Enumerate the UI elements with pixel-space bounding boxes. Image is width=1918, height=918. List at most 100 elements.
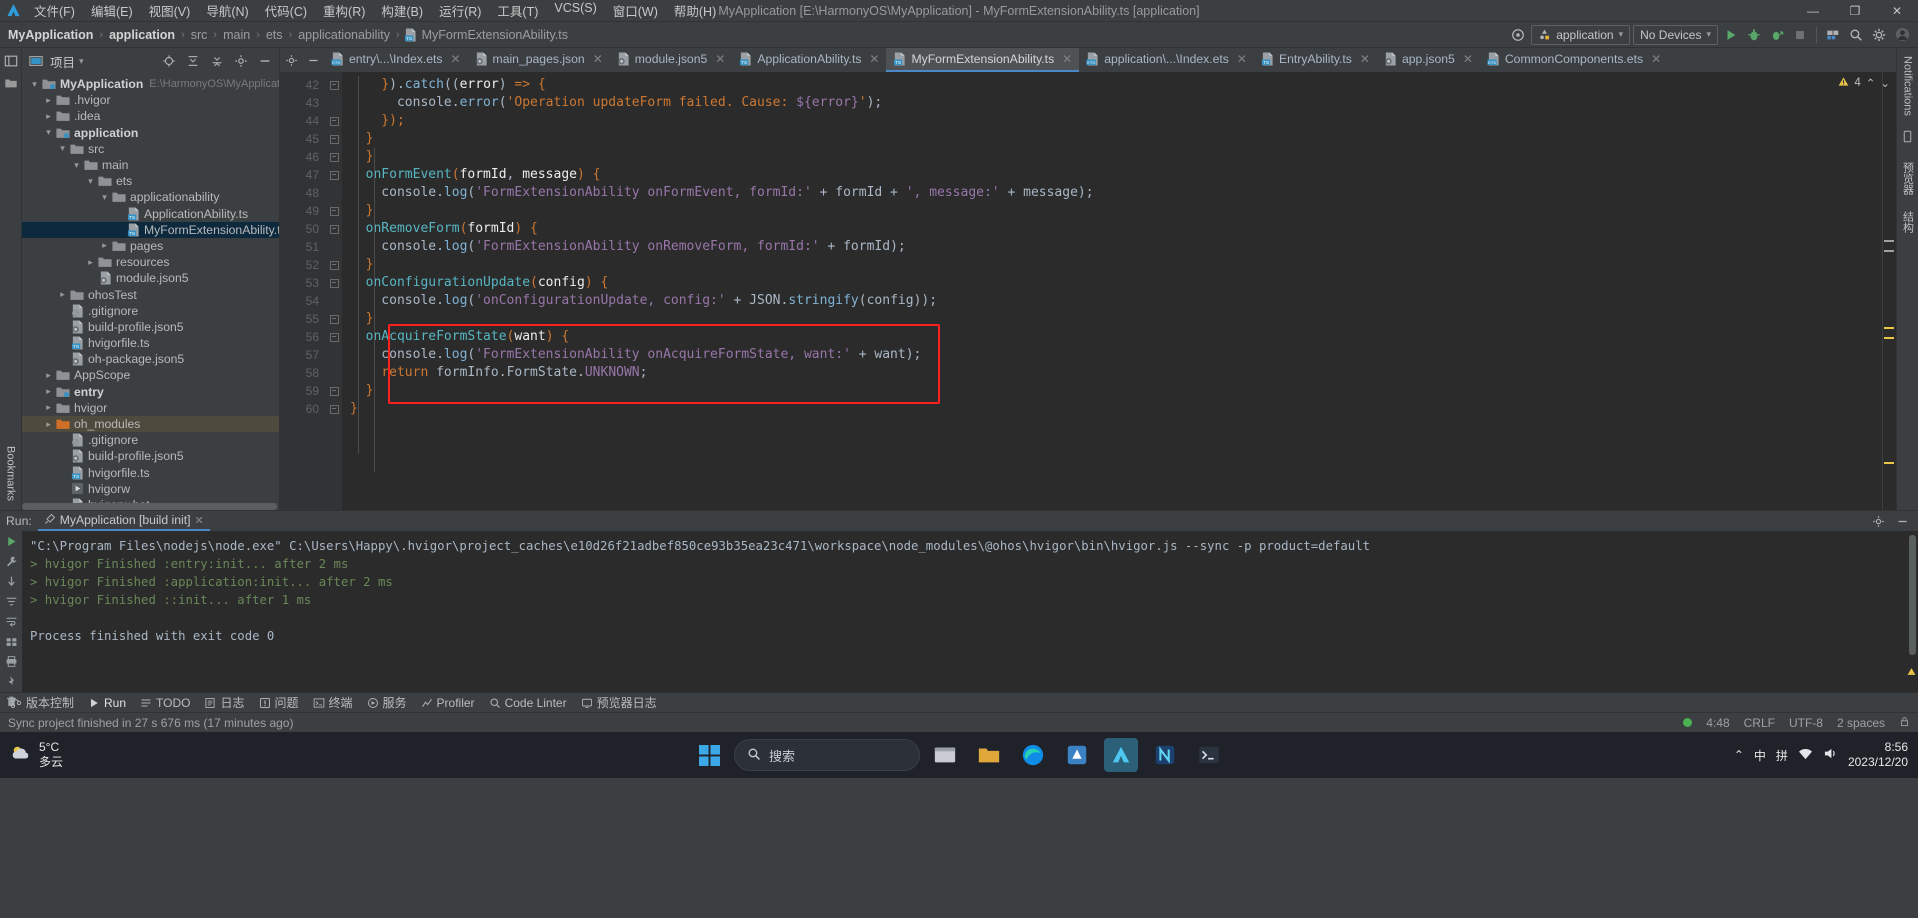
tree-node-entry[interactable]: ▸ entry — [22, 384, 279, 400]
breadcrumb-item-4[interactable]: ets — [264, 28, 285, 42]
code-line[interactable]: onFormEvent(formId, message) { — [342, 166, 1882, 184]
tree-node-applicationability-ts[interactable]: TS ApplicationAbility.ts — [22, 206, 279, 222]
tree-node-oh-modules[interactable]: ▸ oh_modules — [22, 415, 279, 433]
locate-file-icon[interactable] — [159, 51, 179, 71]
tray-chevron-icon[interactable]: ⌃ — [1734, 748, 1744, 762]
caret-position[interactable]: 4:48 — [1706, 716, 1729, 730]
app-n-icon[interactable] — [1148, 738, 1182, 772]
code-content[interactable]: }).catch((error) => { console.error('Ope… — [342, 72, 1882, 510]
editor-tab-application-index-ets[interactable]: ETS application\...\Index.ets ✕ — [1079, 48, 1254, 72]
chevron-right-icon[interactable]: ▸ — [42, 386, 55, 397]
close-tab-icon[interactable]: ✕ — [1062, 52, 1072, 66]
project-rail-icon[interactable] — [2, 52, 20, 70]
code-line[interactable]: console.log('FormExtensionAbility onAcqu… — [342, 346, 1882, 364]
menu-item-4[interactable]: 代码(C) — [257, 0, 315, 22]
code-line[interactable]: } — [342, 130, 1882, 148]
breadcrumb-item-6[interactable]: MyFormExtensionAbility.ts — [420, 28, 570, 42]
tree-node-ets[interactable]: ▾ ets — [22, 173, 279, 189]
project-tree[interactable]: ▾ MyApplication E:\HarmonyOS\MyApplication… — [22, 74, 279, 510]
code-folding-gutter[interactable]: − − − − − − − − − − − − − — [326, 72, 342, 510]
folder-rail-icon[interactable] — [2, 74, 20, 92]
device-rail-icon[interactable] — [1899, 128, 1917, 146]
print-icon[interactable] — [2, 655, 20, 668]
tool-window-todo[interactable]: TODO — [134, 695, 196, 711]
breadcrumb-item-2[interactable]: src — [189, 28, 210, 42]
stop-button[interactable] — [1790, 25, 1810, 45]
editor-tab-commoncomponents-ets[interactable]: ETS CommonComponents.ets ✕ — [1480, 48, 1668, 72]
menu-item-6[interactable]: 构建(B) — [373, 0, 431, 22]
search-icon[interactable] — [1846, 25, 1866, 45]
code-line[interactable]: onConfigurationUpdate(config) { — [342, 274, 1882, 292]
code-line[interactable]: }).catch((error) => { — [342, 76, 1882, 94]
wrench-icon[interactable] — [2, 555, 20, 568]
close-tab-icon[interactable]: ✕ — [593, 52, 603, 66]
next-problem-icon[interactable]: ⌄ — [1880, 76, 1890, 90]
scroll-down-icon[interactable] — [2, 575, 20, 588]
file-explorer-icon[interactable] — [928, 738, 962, 772]
run-hide-icon[interactable] — [1892, 511, 1912, 531]
rerun-icon[interactable] — [2, 535, 20, 548]
fold-marker[interactable]: − — [326, 202, 342, 220]
tree-node-hvigor[interactable]: ▸ hvigor — [22, 400, 279, 416]
tool-window-code-linter[interactable]: Code Linter — [483, 695, 573, 711]
tool-window-profiler[interactable]: Profiler — [415, 695, 481, 711]
code-line[interactable]: } — [342, 400, 1882, 418]
encoding[interactable]: UTF-8 — [1789, 716, 1823, 730]
code-line[interactable]: console.error('Operation updateForm fail… — [342, 94, 1882, 112]
menu-item-11[interactable]: 帮助(H) — [666, 0, 724, 22]
debug-button[interactable] — [1744, 25, 1764, 45]
tree-node--gitignore[interactable]: .gitignore — [22, 303, 279, 319]
weather-widget[interactable]: 5°C 多云 — [10, 740, 63, 770]
chevron-right-icon[interactable]: ▸ — [42, 402, 55, 413]
tree-node-hvigorfile-ts[interactable]: TS hvigorfile.ts — [22, 465, 279, 481]
fold-marker[interactable]: − — [326, 130, 342, 148]
editor-tab-myformextensionability-ts[interactable]: TS MyFormExtensionAbility.ts ✕ — [886, 48, 1080, 72]
fold-marker[interactable]: − — [326, 256, 342, 274]
run-config-selector[interactable]: application ▾ — [1531, 24, 1631, 45]
breadcrumb-item-0[interactable]: MyApplication — [6, 28, 95, 42]
tree-node--hvigor[interactable]: ▸ .hvigor — [22, 92, 279, 108]
ime-mode-indicator[interactable]: 拼 — [1776, 747, 1788, 764]
close-button[interactable]: ✕ — [1876, 0, 1918, 22]
menu-item-10[interactable]: 窗口(W) — [605, 0, 666, 22]
panel-settings-icon[interactable] — [231, 51, 251, 71]
device-selector[interactable]: No Devices ▾ — [1633, 24, 1718, 45]
store-icon[interactable] — [1060, 738, 1094, 772]
editor-hide-icon[interactable] — [302, 48, 324, 72]
terminal-icon[interactable] — [1192, 738, 1226, 772]
structure-rail-tab[interactable]: 结构 — [1898, 207, 1918, 237]
editor-tab-entry-index-ets[interactable]: ETS entry\...\Index.ets ✕ — [324, 48, 468, 72]
fold-marker[interactable]: − — [326, 274, 342, 292]
menu-item-7[interactable]: 运行(R) — [431, 0, 489, 22]
editor-tab-main-pages-json[interactable]: main_pages.json ✕ — [468, 48, 610, 72]
tree-node-appscope[interactable]: ▸ AppScope — [22, 367, 279, 383]
edge-browser-icon[interactable] — [1016, 738, 1050, 772]
account-icon[interactable] — [1892, 25, 1912, 45]
breadcrumb-item-3[interactable]: main — [221, 28, 252, 42]
fold-marker[interactable]: − — [326, 148, 342, 166]
chevron-down-icon[interactable]: ▾ — [56, 143, 69, 154]
close-tab-icon[interactable]: ✕ — [1237, 52, 1247, 66]
menu-item-1[interactable]: 编辑(E) — [83, 0, 141, 22]
tool-window--[interactable]: 问题 — [253, 693, 305, 712]
code-line[interactable]: } — [342, 310, 1882, 328]
fold-marker[interactable]: − — [326, 382, 342, 400]
tree-node-resources[interactable]: ▸ resources — [22, 254, 279, 270]
breadcrumb-item-5[interactable]: applicationability — [296, 28, 392, 42]
target-icon[interactable] — [1508, 25, 1528, 45]
ime-indicator[interactable]: 中 — [1754, 747, 1766, 764]
tree-node-src[interactable]: ▾ src — [22, 141, 279, 157]
close-tab-icon[interactable]: ✕ — [869, 52, 879, 66]
chevron-down-icon[interactable]: ▾ — [98, 192, 111, 203]
menu-item-5[interactable]: 重构(R) — [315, 0, 373, 22]
editor-settings-icon[interactable] — [280, 48, 302, 72]
gear-icon[interactable] — [1869, 25, 1889, 45]
tool-window--[interactable]: 服务 — [361, 693, 413, 712]
code-line[interactable]: console.log('onConfigurationUpdate, conf… — [342, 292, 1882, 310]
tree-node-myapplication[interactable]: ▾ MyApplication E:\HarmonyOS\MyApplication — [22, 76, 279, 92]
code-line[interactable]: } — [342, 382, 1882, 400]
editor-tab-entryability-ts[interactable]: TS EntryAbility.ts ✕ — [1254, 48, 1377, 72]
close-icon[interactable]: ✕ — [195, 514, 204, 527]
code-line[interactable]: return formInfo.FormState.UNKNOWN; — [342, 364, 1882, 382]
tree-node-main[interactable]: ▾ main — [22, 157, 279, 173]
